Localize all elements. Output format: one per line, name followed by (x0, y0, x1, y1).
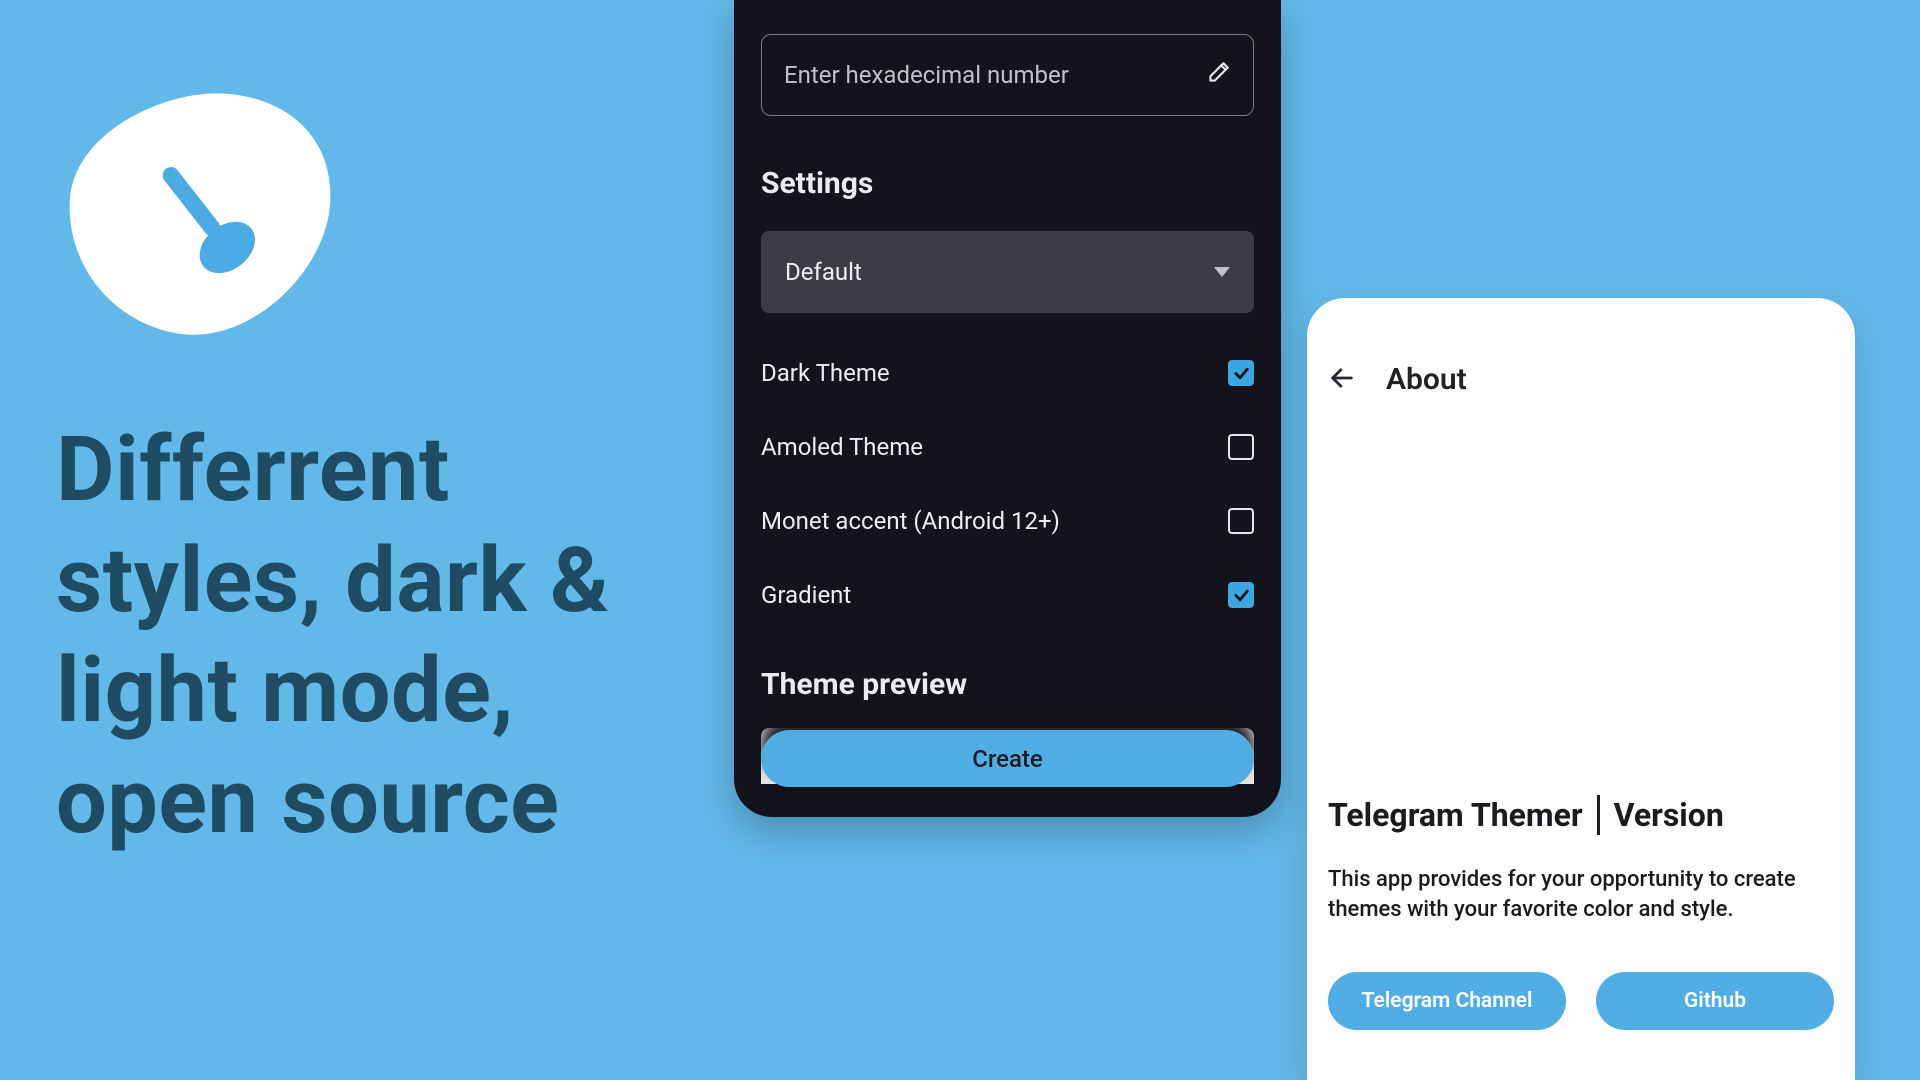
app-name: Telegram Themer (1328, 796, 1583, 834)
app-name-row: Telegram Themer Version (1328, 795, 1834, 835)
app-description: This app provides for your opportunity t… (1328, 865, 1834, 924)
option-label: Gradient (761, 581, 851, 609)
option-amoled-theme[interactable]: Amoled Theme (761, 433, 1254, 461)
dropdown-value: Default (785, 258, 862, 286)
option-monet-accent[interactable]: Monet accent (Android 12+) (761, 507, 1254, 535)
create-button[interactable]: Create (761, 730, 1254, 787)
theme-preview-heading: Theme preview (761, 667, 1254, 702)
button-label: Telegram Channel (1362, 989, 1533, 1013)
checkbox-off-icon (1228, 508, 1254, 534)
about-title: About (1386, 362, 1467, 397)
checkbox-on-icon (1228, 360, 1254, 386)
option-label: Dark Theme (761, 359, 890, 387)
button-label: Github (1684, 989, 1746, 1013)
eyedropper-icon[interactable] (1205, 60, 1231, 90)
hex-input-placeholder: Enter hexadecimal number (784, 61, 1069, 89)
app-logo (60, 85, 340, 344)
option-gradient[interactable]: Gradient (761, 581, 1254, 609)
about-screen-light: About Telegram Themer Version This app p… (1307, 298, 1855, 1080)
version-label: Version (1614, 796, 1724, 834)
chevron-down-icon (1214, 267, 1230, 277)
checkbox-off-icon (1228, 434, 1254, 460)
headline-text: Differrentstyles, dark &light mode,open … (56, 415, 610, 858)
divider-icon (1597, 795, 1600, 835)
option-label: Monet accent (Android 12+) (761, 507, 1060, 535)
create-button-label: Create (972, 745, 1043, 773)
telegram-channel-button[interactable]: Telegram Channel (1328, 972, 1566, 1030)
back-arrow-icon[interactable] (1328, 364, 1356, 396)
option-label: Amoled Theme (761, 433, 923, 461)
github-button[interactable]: Github (1596, 972, 1834, 1030)
checkbox-on-icon (1228, 582, 1254, 608)
style-dropdown[interactable]: Default (761, 231, 1254, 313)
settings-heading: Settings (761, 166, 1254, 201)
hex-input[interactable]: Enter hexadecimal number (761, 34, 1254, 116)
settings-screen-dark: Enter hexadecimal number Settings Defaul… (734, 0, 1281, 817)
option-dark-theme[interactable]: Dark Theme (761, 359, 1254, 387)
